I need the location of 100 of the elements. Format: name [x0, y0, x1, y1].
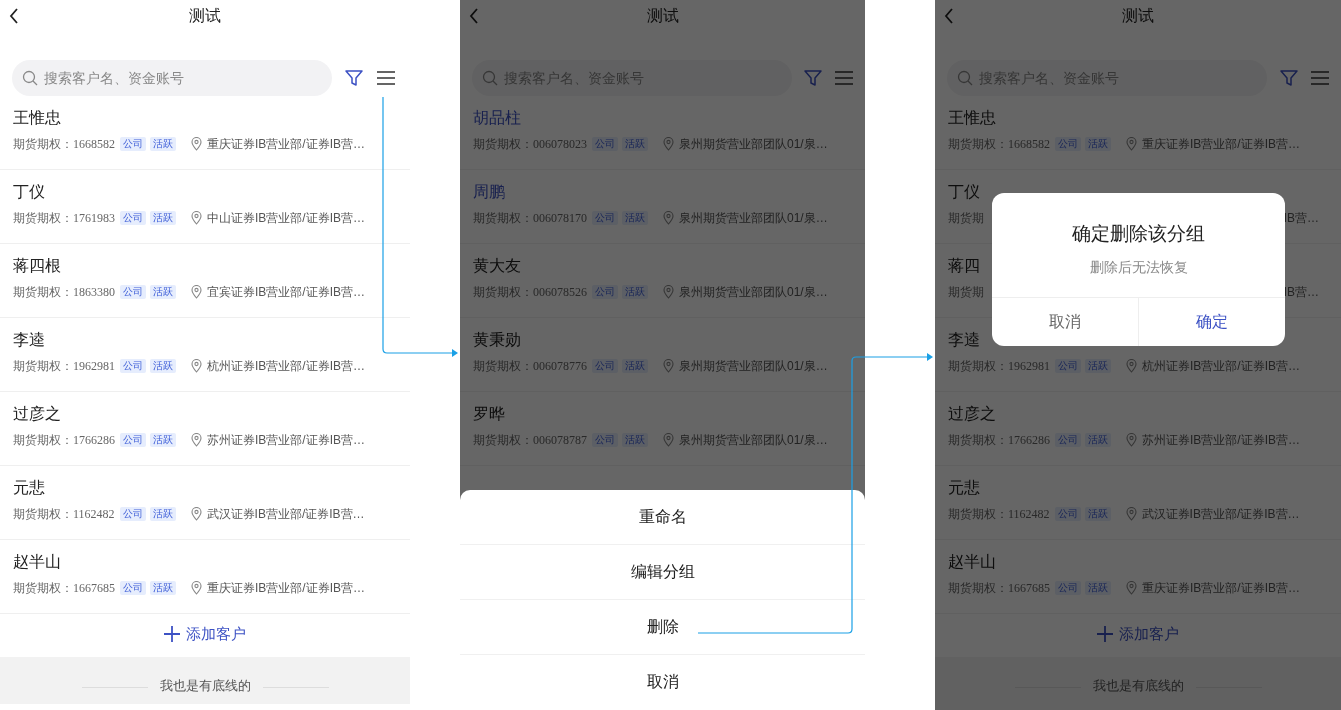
account-number: 1667685 [1008, 580, 1050, 596]
location-pin-icon [191, 285, 202, 299]
customer-name: 元悲 [13, 478, 45, 498]
status-tag: 活跃 [1085, 433, 1111, 447]
branch-text: 重庆证券IB营业部/证券IB营… [207, 579, 365, 597]
account-label: 期货期权： [13, 283, 73, 301]
branch-text: IB营… [1283, 283, 1319, 301]
customer-name: 赵半山 [948, 552, 996, 572]
location-pin-icon [1126, 359, 1137, 373]
sheet-option[interactable]: 删除 [460, 600, 865, 655]
branch-text: 苏州证券IB营业部/证券IB营… [207, 431, 365, 449]
customer-row[interactable]: 王惟忠 期货期权：1668582 公司 活跃 重庆证券IB营业部/证券IB营… [0, 96, 410, 170]
dialog-button[interactable]: 确定 [1138, 298, 1285, 346]
menu-button[interactable] [376, 68, 396, 88]
location-pin-icon [1126, 433, 1137, 447]
status-tag: 活跃 [150, 359, 176, 373]
customer-row[interactable]: 李逵 期货期权：1962981 公司 活跃 杭州证券IB营业部/证券IB营… [0, 318, 410, 392]
cancel-option[interactable]: 取消 [460, 655, 865, 710]
account-number: 1162482 [1008, 506, 1050, 522]
location-pin-icon [663, 211, 674, 225]
search-field[interactable]: 搜索客户名、资金账号 [12, 60, 332, 96]
customer-name: 罗晔 [473, 404, 505, 424]
customer-name: 蒋四 [948, 256, 980, 276]
status-tag: 公司 [120, 359, 146, 373]
search-icon [22, 70, 38, 86]
filter-button[interactable] [804, 68, 823, 88]
customer-name: 元悲 [948, 478, 980, 498]
customer-name: 胡品柱 [473, 108, 521, 128]
account-number: 1668582 [1008, 136, 1050, 152]
filter-icon [345, 69, 363, 87]
customer-row[interactable]: 丁仪 期货期权：1761983 公司 活跃 中山证券IB营业部/证券IB营… [0, 170, 410, 244]
menu-button[interactable] [834, 68, 853, 88]
dialog-message: 删除后无法恢复 [1088, 259, 1189, 277]
location-pin-icon [191, 433, 202, 447]
status-tag: 公司 [120, 433, 146, 447]
customer-row[interactable]: 元悲 期货期权：1162482 公司 活跃 武汉证券IB营业部/证券IB营… [0, 466, 410, 540]
branch-text: 武汉证券IB营业部/证券IB营… [206, 505, 365, 523]
account-number: 1761983 [73, 210, 115, 226]
footer-text: 我也是有底线的 [1092, 677, 1184, 695]
back-icon [944, 8, 954, 24]
branch-text: 重庆证券IB营业部/证券IB营… [1142, 579, 1300, 597]
location-pin-icon [1126, 137, 1137, 151]
menu-icon [377, 70, 395, 86]
customer-name: 黄秉勋 [473, 330, 521, 350]
status-tag: 活跃 [622, 433, 648, 447]
add-customer-button[interactable]: 添加客户 [156, 614, 254, 654]
status-tag: 公司 [120, 285, 146, 299]
account-number: 1962981 [1008, 358, 1050, 374]
status-tag: 活跃 [1085, 137, 1111, 151]
branch-text: 宜宾证券IB营业部/证券IB营… [207, 283, 365, 301]
branch-text: 杭州证券IB营业部/证券IB营… [1142, 357, 1300, 375]
account-number: 1766286 [1008, 432, 1050, 448]
customer-row[interactable]: 赵半山 期货期权：1667685 公司 活跃 重庆证券IB营业部/证券IB营… [0, 540, 410, 614]
account-label: 期货期权： [13, 135, 73, 153]
filter-button[interactable] [1279, 68, 1298, 88]
status-tag: 活跃 [150, 137, 176, 151]
sheet-option[interactable]: 编辑分组 [460, 545, 865, 600]
account-number: 006078776 [533, 358, 587, 374]
status-tag: 活跃 [149, 507, 176, 521]
location-pin-icon [190, 507, 202, 521]
account-number: 1162482 [73, 506, 115, 522]
branch-text: 泉州期货营业部团队01/泉… [679, 431, 828, 449]
customer-name: 丁仪 [948, 182, 980, 202]
dialog-title: 确定删除该分组 [1071, 222, 1206, 246]
customer-row[interactable]: 蒋四根 期货期权：1863380 公司 活跃 宜宾证券IB营业部/证券IB营… [0, 244, 410, 318]
filter-button[interactable] [344, 68, 364, 88]
status-tag: 公司 [119, 507, 146, 521]
branch-text: 泉州期货营业部团队01/泉… [679, 209, 828, 227]
branch-text: 泉州期货营业部团队01/泉… [679, 135, 828, 153]
status-tag: 活跃 [622, 211, 648, 225]
account-label: 期货期权： [13, 209, 73, 227]
status-tag: 公司 [120, 581, 146, 595]
branch-text: 武汉证券IB营业部/证券IB营… [1141, 505, 1300, 523]
menu-button[interactable] [1310, 68, 1329, 88]
location-pin-icon [663, 137, 674, 151]
customer-name: 赵半山 [13, 552, 61, 572]
status-tag: 活跃 [150, 211, 176, 225]
customer-name: 王惟忠 [13, 108, 61, 128]
status-tag: 活跃 [622, 137, 648, 151]
customer-name: 李逵 [948, 330, 980, 350]
customer-name: 王惟忠 [948, 108, 996, 128]
footer-text: 我也是有底线的 [159, 677, 251, 695]
branch-text: 重庆证券IB营业部/证券IB营… [207, 135, 365, 153]
plus-icon [1097, 626, 1113, 642]
customer-name: 蒋四根 [13, 256, 61, 276]
sheet-option[interactable]: 重命名 [460, 490, 865, 545]
location-pin-icon [663, 285, 674, 299]
back-icon [469, 8, 479, 24]
page-title: 测试 [1122, 5, 1154, 26]
account-number: 006078170 [533, 210, 587, 226]
account-number: 1668582 [73, 136, 115, 152]
branch-text: 泉州期货营业部团队01/泉… [679, 357, 828, 375]
account-label: 期货期权： [13, 505, 73, 523]
account-number: 1766286 [73, 432, 115, 448]
location-pin-icon [1126, 581, 1137, 595]
page-title: 测试 [189, 5, 221, 26]
account-label: 期货期权： [13, 579, 73, 597]
status-tag: 活跃 [1084, 507, 1111, 521]
customer-row[interactable]: 过彦之 期货期权：1766286 公司 活跃 苏州证券IB营业部/证券IB营… [0, 392, 410, 466]
location-pin-icon [191, 359, 202, 373]
